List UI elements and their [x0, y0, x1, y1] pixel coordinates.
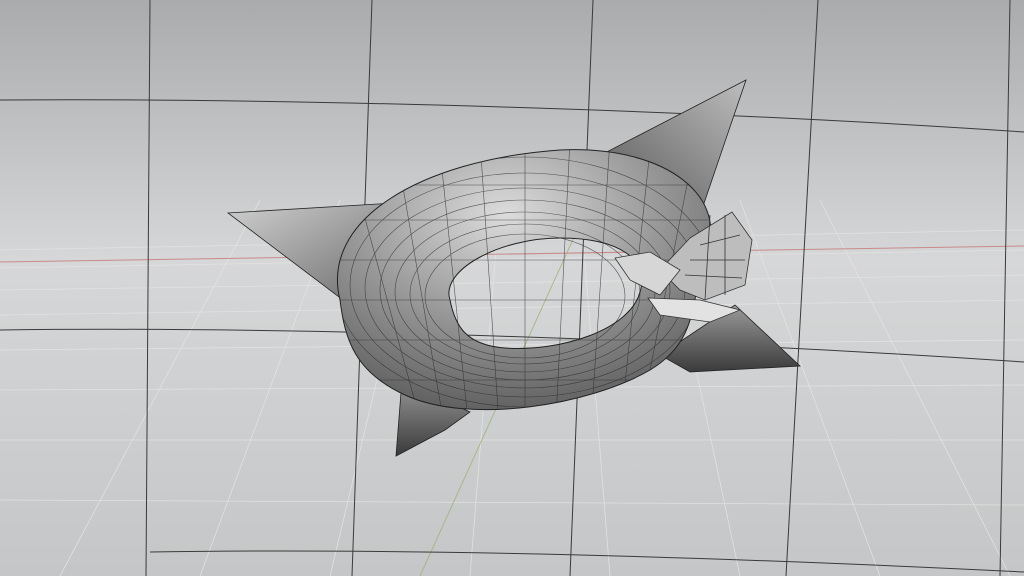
3d-viewport[interactable] — [0, 0, 1024, 576]
viewport-canvas — [0, 0, 1024, 576]
